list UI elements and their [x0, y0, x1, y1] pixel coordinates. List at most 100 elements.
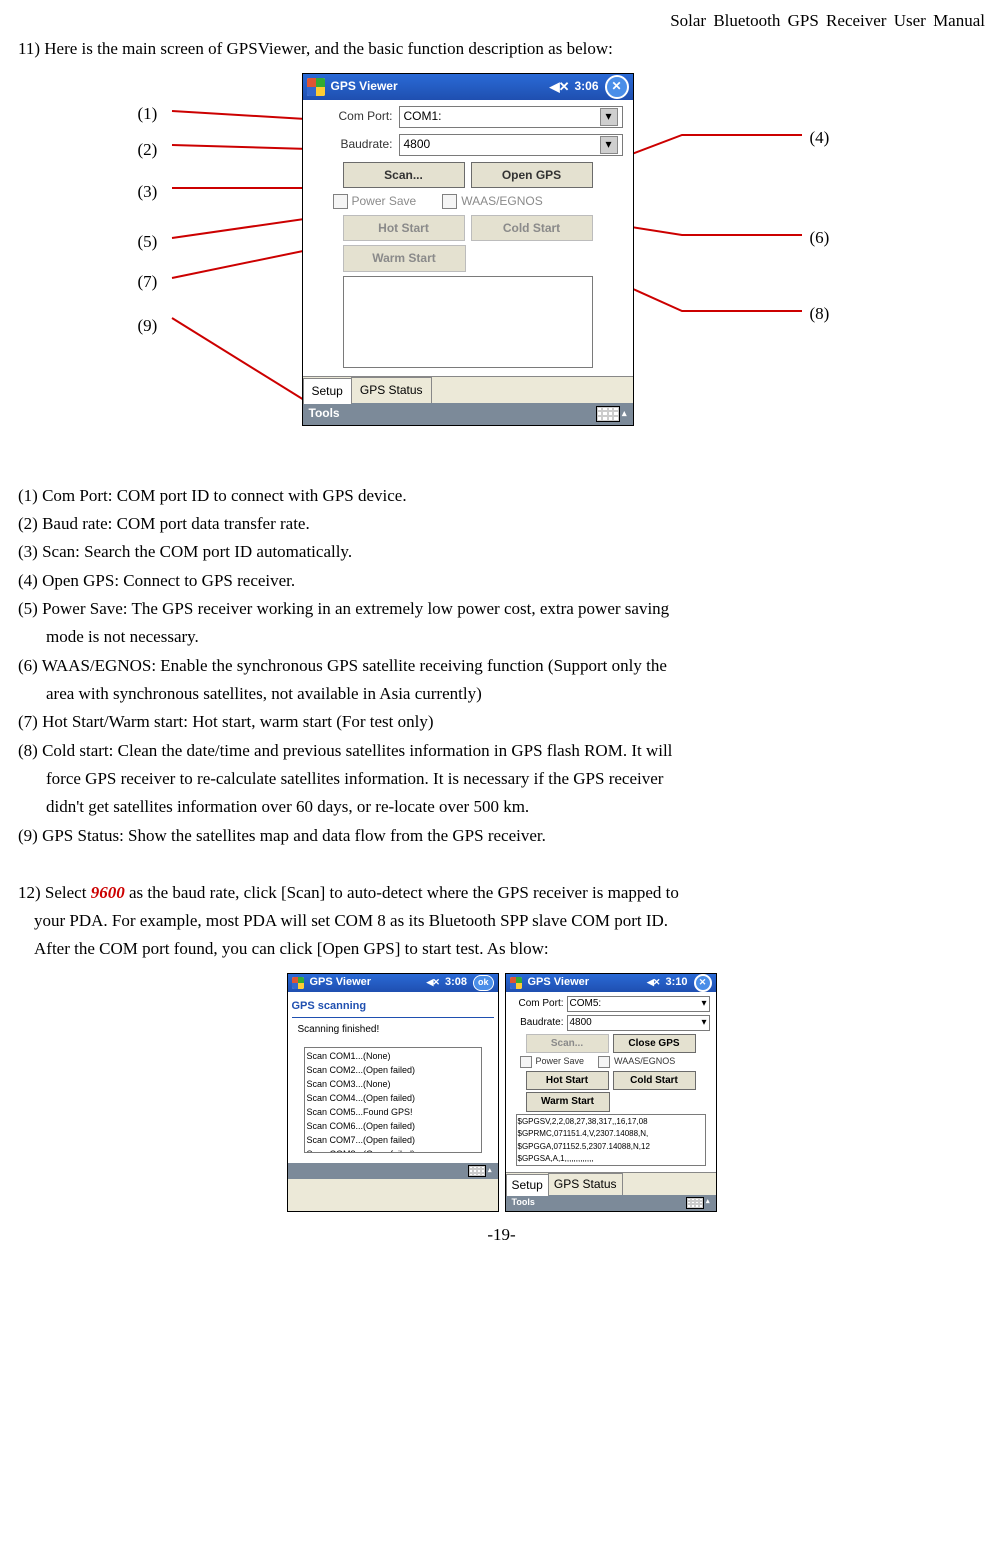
close-icon[interactable]: ✕	[694, 974, 712, 992]
step12-line1: 12) Select 9600 as the baud rate, click …	[18, 880, 985, 906]
scan-button[interactable]: Scan...	[526, 1034, 609, 1054]
keyboard-icon[interactable]: ▴	[596, 406, 627, 422]
list-item: $GPGGA,071152.5,2307.14088,N,12	[518, 1141, 704, 1153]
list-item: $GPGSA,A,1,,,,,,,,,,,,,	[518, 1153, 704, 1165]
ok-button[interactable]: ok	[473, 975, 494, 991]
callout-4: (4)	[810, 125, 830, 151]
list-item: Scan COM2...(Open failed)	[307, 1064, 479, 1078]
gpsviewer-window: GPS Viewer ◀✕ 3:06 ✕ Com Port: COM1: ▾ B…	[302, 73, 634, 426]
warmstart-button[interactable]: Warm Start	[343, 245, 466, 272]
baud-combo[interactable]: 4800▾	[567, 1015, 710, 1031]
baud-label: Baudrate:	[512, 1015, 564, 1031]
baud-label: Baudrate:	[313, 135, 393, 154]
baud-9600-highlight: 9600	[91, 883, 125, 902]
nmea-output[interactable]: $GPGSV,2,2,08,27,38,317,,16,17,08 $GPRMC…	[516, 1114, 706, 1166]
speaker-icon[interactable]: ◀✕	[426, 976, 438, 990]
chevron-down-icon[interactable]: ▾	[701, 996, 706, 1012]
callout-5: (5)	[138, 229, 158, 255]
baud-combo[interactable]: 4800 ▾	[399, 134, 623, 156]
checkbox-icon	[333, 194, 348, 209]
baud-value: 4800	[404, 135, 431, 154]
comport-label: Com Port:	[512, 996, 564, 1012]
chevron-down-icon[interactable]: ▾	[701, 1015, 706, 1031]
open-gps-button[interactable]: Open GPS	[471, 162, 593, 189]
coldstart-button[interactable]: Cold Start	[471, 215, 593, 242]
keyboard-icon[interactable]: ▴	[686, 1197, 710, 1209]
doc-header: Solar Bluetooth GPS Receiver User Manual	[18, 8, 985, 34]
desc-8a: (8) Cold start: Clean the date/time and …	[18, 738, 985, 764]
callout-2: (2)	[138, 137, 158, 163]
desc-5b: mode is not necessary.	[18, 624, 985, 650]
list-item: $GPGSV,2,2,08,27,38,317,,16,17,08	[518, 1116, 704, 1128]
callout-6: (6)	[810, 225, 830, 251]
tools-menu[interactable]: Tools	[309, 404, 340, 423]
desc-5a: (5) Power Save: The GPS receiver working…	[18, 596, 985, 622]
list-item: Scan COM8...(Open failed)	[307, 1148, 479, 1153]
list-item: $GPRMC,071151.4,V,2307.14088,N,	[518, 1128, 704, 1140]
clock: 3:10	[665, 974, 687, 991]
scan-results-list[interactable]: Scan COM1...(None) Scan COM2...(Open fai…	[304, 1047, 482, 1153]
comport-combo[interactable]: COM5:▾	[567, 996, 710, 1012]
titlebar: GPS Viewer ◀✕ 3:06 ✕	[303, 74, 633, 100]
window-title: GPS Viewer	[310, 974, 421, 991]
window-title: GPS Viewer	[331, 77, 544, 96]
callout-1: (1)	[138, 101, 158, 127]
tab-setup[interactable]: Setup	[506, 1174, 549, 1196]
desc-7: (7) Hot Start/Warm start: Hot start, war…	[18, 709, 985, 735]
hotstart-button[interactable]: Hot Start	[526, 1071, 609, 1091]
list-item: Scan COM3...(None)	[307, 1078, 479, 1092]
start-icon[interactable]	[292, 977, 304, 989]
waas-checkbox[interactable]: WAAS/EGNOS	[442, 192, 543, 211]
comport-value: COM1:	[404, 107, 442, 126]
close-gps-button[interactable]: Close GPS	[613, 1034, 696, 1054]
page-number: -19-	[18, 1222, 985, 1248]
callout-3: (3)	[138, 179, 158, 205]
intro-text: 11) Here is the main screen of GPSViewer…	[18, 36, 985, 62]
step12-line3: After the COM port found, you can click …	[18, 936, 985, 962]
tools-menu[interactable]: Tools	[512, 1196, 535, 1210]
desc-8c: didn't get satellites information over 6…	[18, 794, 985, 820]
scanning-banner: GPS scanning	[292, 996, 494, 1018]
tab-setup[interactable]: Setup	[303, 378, 352, 404]
keyboard-icon[interactable]: ▴	[468, 1165, 492, 1177]
close-icon[interactable]: ✕	[605, 75, 629, 99]
scanning-window: GPS Viewer ◀✕ 3:08 ok GPS scanning Scann…	[287, 973, 499, 1212]
waas-checkbox[interactable]: WAAS/EGNOS	[598, 1055, 675, 1069]
coldstart-button[interactable]: Cold Start	[613, 1071, 696, 1091]
speaker-icon[interactable]: ◀✕	[550, 77, 569, 97]
desc-3: (3) Scan: Search the COM port ID automat…	[18, 539, 985, 565]
desc-6b: area with synchronous satellites, not av…	[18, 681, 985, 707]
start-icon[interactable]	[307, 78, 325, 96]
list-item: Scan COM6...(Open failed)	[307, 1120, 479, 1134]
step12-line2: your PDA. For example, most PDA will set…	[18, 908, 985, 934]
list-item: Scan COM5...Found GPS!	[307, 1106, 479, 1120]
desc-9: (9) GPS Status: Show the satellites map …	[18, 823, 985, 849]
clock: 3:06	[574, 77, 598, 96]
desc-6a: (6) WAAS/EGNOS: Enable the synchronous G…	[18, 653, 985, 679]
speaker-icon[interactable]: ◀✕	[647, 976, 659, 990]
scanning-finished-msg: Scanning finished!	[292, 1018, 494, 1042]
chevron-down-icon[interactable]: ▾	[600, 136, 618, 154]
powersave-checkbox[interactable]: Power Save	[333, 192, 417, 211]
window-title: GPS Viewer	[528, 974, 642, 991]
start-icon[interactable]	[510, 977, 522, 989]
annotated-figure: (1) (2) (3) (5) (7) (9) (4) (6) (8) GPS …	[42, 73, 962, 473]
list-item: Scan COM4...(Open failed)	[307, 1092, 479, 1106]
scan-button[interactable]: Scan...	[343, 162, 465, 189]
tab-gps-status[interactable]: GPS Status	[351, 377, 432, 403]
callout-8: (8)	[810, 301, 830, 327]
comport-combo[interactable]: COM1: ▾	[399, 106, 623, 128]
tabs: Setup GPS Status	[303, 376, 633, 403]
comport-label: Com Port:	[313, 107, 393, 126]
list-item: Scan COM7...(Open failed)	[307, 1134, 479, 1148]
powersave-checkbox[interactable]: Power Save	[520, 1055, 585, 1069]
warmstart-button[interactable]: Warm Start	[526, 1092, 610, 1112]
checkbox-icon	[442, 194, 457, 209]
hotstart-button[interactable]: Hot Start	[343, 215, 465, 242]
callout-7: (7)	[138, 269, 158, 295]
tab-gps-status[interactable]: GPS Status	[548, 1173, 623, 1195]
desc-2: (2) Baud rate: COM port data transfer ra…	[18, 511, 985, 537]
desc-1: (1) Com Port: COM port ID to connect wit…	[18, 483, 985, 509]
chevron-down-icon[interactable]: ▾	[600, 108, 618, 126]
callout-9: (9)	[138, 313, 158, 339]
